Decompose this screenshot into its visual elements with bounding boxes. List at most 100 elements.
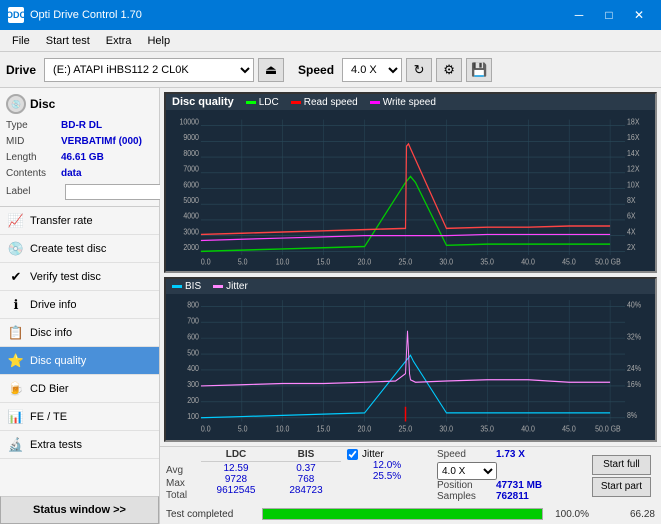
bis-stats-header: BIS (271, 449, 341, 462)
samples-row: Samples 762811 (437, 491, 542, 502)
jitter-checkbox[interactable] (347, 449, 358, 460)
minimize-button[interactable]: ─ (565, 5, 593, 25)
svg-text:2X: 2X (627, 243, 636, 253)
status-text: Test completed (166, 509, 256, 520)
samples-value: 762811 (496, 491, 529, 502)
svg-text:25.0: 25.0 (399, 424, 413, 434)
progress-track (262, 508, 543, 520)
svg-text:40.0: 40.0 (521, 257, 535, 267)
disc-type-value: BD-R DL (61, 118, 102, 134)
nav-transfer-rate[interactable]: 📈 Transfer rate (0, 207, 159, 235)
nav-extra-tests-label: Extra tests (30, 439, 82, 451)
position-value: 47731 MB (496, 480, 542, 491)
write-speed-legend-label: Write speed (383, 97, 436, 108)
nav-verify-test-disc-label: Verify test disc (30, 271, 101, 283)
speed-selector[interactable]: 4.0 X 2.0 X 8.0 X Max (342, 58, 402, 82)
disc-quality-icon: ⭐ (8, 353, 24, 369)
start-full-button[interactable]: Start full (592, 455, 651, 475)
svg-text:6X: 6X (627, 211, 636, 221)
svg-text:10.0: 10.0 (276, 424, 290, 434)
samples-label: Samples (437, 491, 492, 502)
bis-jitter-svg: 800 700 600 500 400 300 200 100 40% 32% … (166, 294, 655, 435)
svg-text:300: 300 (187, 380, 199, 390)
disc-type-label: Type (6, 118, 61, 134)
svg-text:30.0: 30.0 (439, 424, 453, 434)
progress-filesize: 66.28 (595, 509, 655, 520)
drive-selector[interactable]: (E:) ATAPI iHBS112 2 CL0K (44, 58, 254, 82)
legend-jitter: Jitter (213, 281, 248, 292)
main-content: 💿 Disc Type BD-R DL MID VERBATIMf (000) … (0, 88, 661, 524)
nav-extra-tests[interactable]: 🔬 Extra tests (0, 431, 159, 459)
total-label: Total (166, 490, 201, 501)
disc-length-row: Length 46.61 GB (6, 150, 153, 166)
settings-button[interactable]: ⚙ (436, 58, 462, 82)
speed-info-label: Speed (437, 449, 492, 460)
svg-text:15.0: 15.0 (317, 257, 331, 267)
title-bar-left: ODC Opti Drive Control 1.70 (8, 7, 142, 23)
svg-text:20.0: 20.0 (358, 424, 372, 434)
legend-read-speed: Read speed (291, 97, 358, 108)
svg-text:20.0: 20.0 (358, 257, 372, 267)
nav-drive-info[interactable]: ℹ Drive info (0, 291, 159, 319)
toolbar: Drive (E:) ATAPI iHBS112 2 CL0K ⏏ Speed … (0, 52, 661, 88)
speed-stats-selector[interactable]: 4.0 X 2.0 X (437, 462, 497, 480)
svg-text:500: 500 (187, 348, 199, 358)
bis-avg-value: 0.37 (271, 463, 341, 474)
read-speed-legend-label: Read speed (304, 97, 358, 108)
svg-text:35.0: 35.0 (480, 257, 494, 267)
progress-fill (263, 509, 542, 519)
ldc-total-value: 9612545 (201, 485, 271, 496)
menu-start-test[interactable]: Start test (38, 33, 98, 49)
svg-text:8%: 8% (627, 410, 637, 420)
status-window-button[interactable]: Status window >> (0, 496, 159, 524)
menu-help[interactable]: Help (139, 33, 178, 49)
nav-disc-info[interactable]: 📋 Disc info (0, 319, 159, 347)
svg-text:45.0: 45.0 (562, 257, 576, 267)
svg-text:45.0: 45.0 (562, 424, 576, 434)
svg-text:200: 200 (187, 395, 199, 405)
speed-info: Speed 1.73 X 4.0 X 2.0 X Position 47731 … (437, 449, 542, 502)
ldc-legend-label: LDC (259, 97, 279, 108)
disc-length-label: Length (6, 150, 61, 166)
svg-text:50.0 GB: 50.0 GB (595, 424, 621, 434)
stats-row: Avg Max Total LDC 12.59 9728 9612545 BIS… (160, 447, 661, 504)
bis-jitter-chart-header: BIS Jitter (166, 279, 655, 294)
svg-text:5.0: 5.0 (238, 257, 248, 267)
disc-mid-value: VERBATIMf (000) (61, 134, 142, 150)
svg-text:16X: 16X (627, 133, 639, 143)
svg-text:4000: 4000 (183, 211, 199, 221)
bis-max-value: 768 (271, 474, 341, 485)
extra-tests-icon: 🔬 (8, 437, 24, 453)
menu-extra[interactable]: Extra (98, 33, 140, 49)
close-button[interactable]: ✕ (625, 5, 653, 25)
nav-create-test-disc[interactable]: 💿 Create test disc (0, 235, 159, 263)
save-button[interactable]: 💾 (466, 58, 492, 82)
start-part-button[interactable]: Start part (592, 477, 651, 497)
bis-legend-dot (172, 285, 182, 288)
nav-disc-quality[interactable]: ⭐ Disc quality (0, 347, 159, 375)
progress-bar-row: Test completed 100.0% 66.28 (160, 504, 661, 524)
avg-label: Avg (166, 465, 201, 476)
maximize-button[interactable]: □ (595, 5, 623, 25)
svg-text:6000: 6000 (183, 180, 199, 190)
drive-label: Drive (6, 63, 36, 77)
svg-text:7000: 7000 (183, 164, 199, 174)
jitter-total-value (347, 482, 427, 493)
nav-fe-te[interactable]: 📊 FE / TE (0, 403, 159, 431)
max-label: Max (166, 478, 201, 489)
svg-text:10000: 10000 (180, 117, 199, 127)
position-label: Position (437, 480, 492, 491)
refresh-button[interactable]: ↻ (406, 58, 432, 82)
disc-contents-value: data (61, 166, 82, 182)
nav-verify-test-disc[interactable]: ✔ Verify test disc (0, 263, 159, 291)
svg-text:10.0: 10.0 (276, 257, 290, 267)
jitter-stats: Jitter 12.0% 25.5% (347, 449, 427, 502)
write-speed-legend-dot (370, 101, 380, 104)
svg-text:50.0 GB: 50.0 GB (595, 257, 621, 267)
nav-items: 📈 Transfer rate 💿 Create test disc ✔ Ver… (0, 207, 159, 496)
legend-bis: BIS (172, 281, 201, 292)
eject-button[interactable]: ⏏ (258, 58, 284, 82)
menu-file[interactable]: File (4, 33, 38, 49)
disc-label-row: Label ✎ (6, 184, 153, 200)
nav-cd-bier[interactable]: 🍺 CD Bier (0, 375, 159, 403)
